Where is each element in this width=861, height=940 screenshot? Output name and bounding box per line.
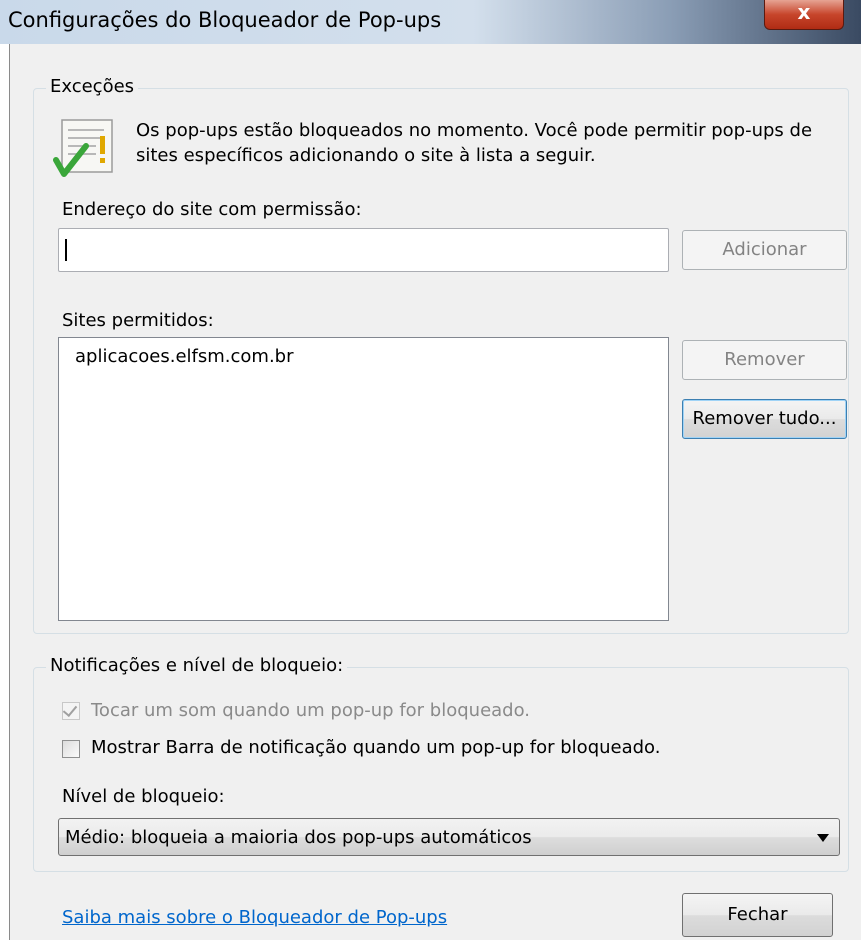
allowed-sites-list[interactable]: aplicacoes.elfsm.com.br: [58, 337, 669, 621]
block-level-select[interactable]: Médio: bloqueia a maioria dos pop-ups au…: [58, 818, 840, 856]
text-caret: [65, 239, 67, 261]
block-level-label: Nível de bloqueio:: [62, 786, 225, 807]
add-button[interactable]: Adicionar: [682, 230, 847, 270]
close-window-button[interactable]: x: [764, 0, 844, 30]
window-title: Configurações do Bloqueador de Pop-ups: [8, 8, 442, 32]
allowed-sites-label: Sites permitidos:: [62, 310, 214, 331]
checkmark-icon: [62, 701, 78, 718]
list-item[interactable]: aplicacoes.elfsm.com.br: [75, 346, 294, 367]
info-list-icon: [52, 116, 122, 186]
remove-button[interactable]: Remover: [682, 340, 847, 380]
play-sound-checkbox[interactable]: [62, 701, 80, 720]
learn-more-link[interactable]: Saiba mais sobre o Bloqueador de Pop-ups: [62, 907, 447, 928]
info-text: Os pop-ups estão bloqueados no momento. …: [136, 120, 813, 166]
remove-all-button[interactable]: Remover tudo...: [682, 399, 847, 439]
info-list-icon-svg: [53, 119, 113, 177]
site-address-input[interactable]: [58, 228, 669, 272]
address-label: Endereço do site com permissão:: [62, 199, 362, 220]
play-sound-label: Tocar um som quando um pop-up for bloque…: [91, 700, 531, 721]
close-button[interactable]: Fechar: [682, 893, 833, 937]
show-bar-checkbox[interactable]: [62, 740, 80, 758]
exceptions-group-label: Exceções: [46, 76, 139, 97]
block-level-value: Médio: bloqueia a maioria dos pop-ups au…: [65, 827, 532, 848]
dropdown-arrow-icon: [817, 834, 829, 842]
title-bar[interactable]: Configurações do Bloqueador de Pop-ups x: [0, 0, 861, 44]
notifications-group-label: Notificações e nível de bloqueio:: [46, 655, 348, 676]
show-bar-label: Mostrar Barra de notificação quando um p…: [91, 737, 661, 758]
